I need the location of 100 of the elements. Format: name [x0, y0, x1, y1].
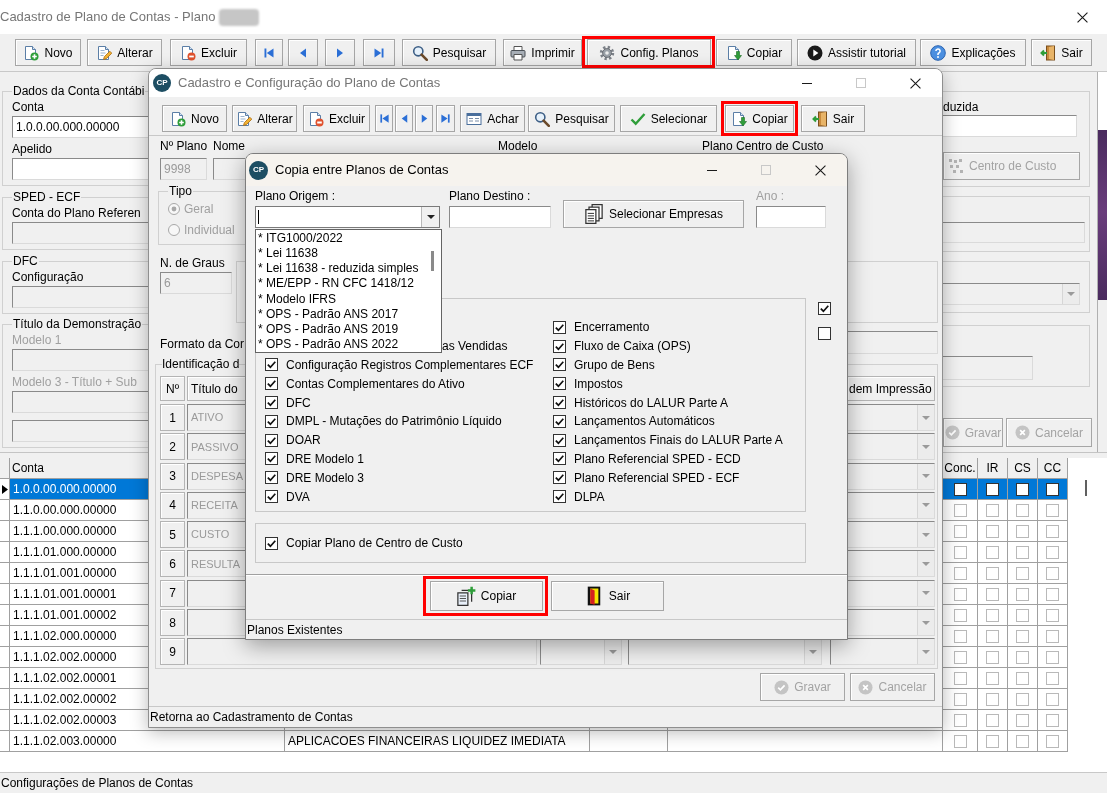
dropdown[interactable] — [848, 550, 935, 578]
exit-button[interactable]: Sair — [1031, 39, 1092, 66]
help-button[interactable]: Explicações — [920, 39, 1026, 66]
checkbox[interactable] — [265, 396, 278, 410]
checkbox[interactable] — [953, 713, 967, 727]
checkbox[interactable] — [953, 482, 967, 496]
text-field[interactable] — [943, 356, 1033, 380]
dropdown[interactable] — [830, 638, 935, 666]
delete-button[interactable]: Excluir — [303, 105, 370, 132]
checkbox[interactable] — [953, 629, 967, 643]
checkbox[interactable] — [953, 545, 967, 559]
checkbox[interactable] — [1016, 713, 1029, 727]
exit-button[interactable]: Sair — [550, 581, 664, 611]
checkbox[interactable] — [986, 503, 999, 517]
dropdown[interactable] — [848, 521, 935, 549]
list-option[interactable]: * OPS - Padrão ANS 2019 — [256, 321, 429, 337]
checkbox[interactable] — [1046, 608, 1059, 622]
dropdown[interactable] — [848, 433, 935, 461]
checkbox[interactable] — [1046, 650, 1059, 664]
checkbox[interactable] — [553, 490, 566, 504]
checkbox[interactable] — [953, 692, 967, 706]
checkbox[interactable] — [553, 377, 566, 391]
checkbox[interactable] — [986, 545, 999, 559]
checkbox[interactable] — [553, 339, 566, 353]
checkbox[interactable] — [1046, 566, 1059, 580]
checkbox[interactable] — [553, 396, 566, 410]
text-field[interactable] — [943, 222, 1085, 243]
first-record-button[interactable] — [255, 39, 283, 66]
select-button[interactable]: Selecionar — [620, 105, 717, 132]
checkbox[interactable] — [1046, 524, 1059, 538]
checkbox[interactable] — [1016, 650, 1029, 664]
checkbox[interactable] — [1046, 482, 1059, 496]
delete-button[interactable]: Excluir — [170, 39, 247, 66]
checkbox[interactable] — [265, 536, 278, 550]
checkbox[interactable] — [986, 587, 999, 601]
tutorial-button[interactable]: Assistir tutorial — [797, 39, 916, 66]
checkbox[interactable] — [986, 692, 999, 706]
find-button[interactable]: Achar — [460, 105, 525, 132]
combo-box[interactable] — [255, 206, 440, 228]
checkbox[interactable] — [986, 671, 999, 685]
settings-button[interactable]: Config. Planos — [587, 39, 711, 66]
checkbox[interactable] — [265, 471, 278, 485]
checkbox[interactable] — [953, 566, 967, 580]
text-field[interactable] — [848, 331, 938, 354]
checkbox[interactable] — [986, 734, 999, 748]
checkbox[interactable] — [1046, 629, 1059, 643]
checkbox[interactable] — [1016, 692, 1029, 706]
checkbox[interactable] — [986, 482, 999, 496]
last-record-button[interactable] — [436, 105, 455, 132]
next-record-button[interactable] — [325, 39, 355, 66]
checkbox[interactable] — [1046, 503, 1059, 517]
checkbox[interactable] — [953, 650, 967, 664]
checkbox[interactable] — [553, 433, 566, 447]
dropdown[interactable] — [848, 609, 935, 637]
checkbox[interactable] — [986, 566, 999, 580]
checkbox[interactable] — [1016, 671, 1029, 685]
text-field[interactable] — [12, 158, 148, 180]
list-option[interactable]: * Modelo IFRS — [256, 291, 429, 307]
close-icon[interactable] — [909, 77, 921, 89]
checkbox[interactable] — [1046, 692, 1059, 706]
text-field[interactable] — [12, 286, 148, 308]
dropdown-button[interactable] — [421, 207, 439, 227]
previous-record-button[interactable] — [288, 39, 318, 66]
copy-button[interactable]: Copiar — [716, 39, 792, 66]
checkbox[interactable] — [265, 414, 278, 428]
checkbox[interactable] — [986, 629, 999, 643]
checkbox[interactable] — [1016, 629, 1029, 643]
checkbox[interactable] — [265, 452, 278, 466]
checkbox[interactable] — [1046, 671, 1059, 685]
checkbox[interactable] — [1016, 587, 1029, 601]
checkbox[interactable] — [986, 713, 999, 727]
checkbox[interactable] — [986, 608, 999, 622]
checkbox[interactable] — [953, 608, 967, 622]
checkbox[interactable] — [1016, 608, 1029, 622]
text-field[interactable] — [756, 206, 826, 228]
next-record-button[interactable] — [415, 105, 433, 132]
dropdown[interactable] — [848, 404, 935, 431]
text-field[interactable] — [12, 222, 148, 244]
new-button[interactable]: Novo — [15, 39, 81, 66]
checkbox[interactable] — [1016, 734, 1029, 748]
checkbox[interactable] — [265, 358, 278, 372]
close-icon[interactable] — [814, 164, 826, 176]
checkbox[interactable] — [265, 490, 278, 504]
copy-button[interactable]: Copiar — [725, 105, 794, 132]
previous-record-button[interactable] — [395, 105, 413, 132]
minimize-icon[interactable] — [802, 82, 812, 84]
text-field[interactable] — [12, 420, 148, 442]
text-field[interactable] — [187, 609, 245, 637]
dropdown[interactable] — [848, 491, 935, 519]
checkbox[interactable] — [953, 503, 967, 517]
checkbox[interactable] — [953, 587, 967, 601]
first-record-button[interactable] — [375, 105, 393, 132]
checkbox[interactable] — [1046, 545, 1059, 559]
list-option[interactable]: * OPS - Padrão ANS 2022 — [256, 336, 429, 352]
checkbox[interactable] — [553, 320, 566, 334]
copy-button[interactable]: Copiar — [429, 581, 543, 611]
close-icon[interactable] — [1076, 11, 1088, 23]
last-record-button[interactable] — [363, 39, 395, 66]
checkbox[interactable] — [553, 452, 566, 466]
minimize-icon[interactable] — [707, 169, 717, 171]
